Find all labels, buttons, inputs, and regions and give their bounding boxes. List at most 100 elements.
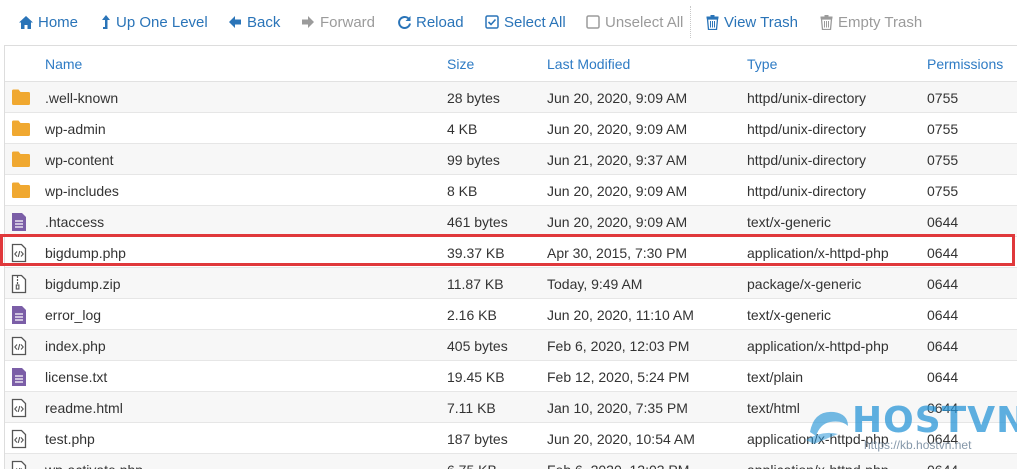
code-file-icon [11,336,29,356]
folder-icon [11,150,30,169]
file-size-cell: 461 bytes [447,214,508,230]
table-row[interactable]: .well-known 28 bytes Jun 20, 2020, 9:09 AM… [5,82,1017,113]
file-name-cell[interactable]: readme.html [45,400,123,416]
file-size-cell: 6.75 KB [447,462,497,469]
file-manager-toolbar: Home Up One Level Back Forward Reload Se… [0,0,1017,44]
code-file-icon [11,460,29,469]
table-row[interactable]: wp-includes 8 KB Jun 20, 2020, 9:09 AM http… [5,175,1017,206]
archive-file-icon [11,274,29,294]
last-modified-cell: Feb 12, 2020, 5:24 PM [547,369,690,385]
file-name-cell[interactable]: wp-admin [45,121,106,137]
table-row[interactable]: bigdump.zip 11.87 KB Today, 9:49 AM package… [5,268,1017,299]
select-all-label: Select All [504,13,566,31]
file-name-cell[interactable]: test.php [45,431,95,447]
text-file-icon [11,212,29,231]
file-size-cell: 7.11 KB [447,400,496,416]
trash-icon [818,14,834,30]
file-type-cell: httpd/unix-directory [747,121,867,137]
home-icon [18,14,34,30]
folder-icon [11,119,30,138]
code-file-icon [11,398,29,418]
file-name-cell[interactable]: wp-activate.php [45,462,143,469]
home-button[interactable]: Home [18,0,78,44]
file-type-cell: application/x-httpd-php [747,431,889,447]
last-modified-cell: Jun 21, 2020, 9:37 AM [547,152,688,168]
file-type-cell: text/x-generic [747,214,832,230]
text-file-icon [11,305,29,324]
level-up-icon [100,14,112,30]
permissions-cell: 0644 [927,276,959,292]
file-name-cell[interactable]: index.php [45,338,106,354]
file-type-cell: text/plain [747,369,804,385]
table-row[interactable]: .htaccess 461 bytes Jun 20, 2020, 9:09 AM t… [5,206,1017,237]
table-row[interactable]: test.php 187 bytes Jun 20, 2020, 10:54 AM a… [5,423,1017,454]
folder-icon [11,181,30,200]
file-name-cell[interactable]: bigdump.zip [45,276,121,292]
back-label: Back [247,13,281,31]
up-one-level-button[interactable]: Up One Level [100,0,208,44]
table-row[interactable]: bigdump.php 39.37 KB Apr 30, 2015, 7:30 PM… [5,237,1017,268]
last-modified-cell: Jun 20, 2020, 9:09 AM [547,183,688,199]
column-header-last-modified[interactable]: Last Modified [547,56,630,72]
table-row[interactable]: error_log 2.16 KB Jun 20, 2020, 11:10 AM te… [5,299,1017,330]
table-row[interactable]: wp-activate.php 6.75 KB Feb 6, 2020, 12:03… [5,454,1017,469]
file-type-cell: httpd/unix-directory [747,183,867,199]
table-header: Name Size Last Modified Type Permissions [5,46,1017,82]
file-size-cell: 99 bytes [447,152,500,168]
table-row[interactable]: license.txt 19.45 KB Feb 12, 2020, 5:24 PM… [5,361,1017,392]
forward-label: Forward [320,13,376,31]
file-type-cell: httpd/unix-directory [747,90,867,106]
file-name-cell[interactable]: .htaccess [45,214,104,230]
checkbox-checked-icon [484,14,500,30]
permissions-cell: 0644 [927,214,959,230]
last-modified-cell: Feb 6, 2020, 12:03 PM [547,462,689,469]
file-size-cell: 187 bytes [447,431,508,447]
permissions-cell: 0644 [927,338,959,354]
empty-trash-button[interactable]: Empty Trash [818,0,922,44]
file-type-cell: text/x-generic [747,307,832,323]
file-size-cell: 405 bytes [447,338,508,354]
file-name-cell[interactable]: license.txt [45,369,107,385]
last-modified-cell: Jun 20, 2020, 9:09 AM [547,90,688,106]
file-name-cell[interactable]: wp-includes [45,183,119,199]
column-header-type[interactable]: Type [747,56,777,72]
table-row[interactable]: wp-content 99 bytes Jun 21, 2020, 9:37 AM h… [5,144,1017,175]
file-size-cell: 8 KB [447,183,478,199]
file-name-cell[interactable]: error_log [45,307,101,323]
permissions-cell: 0644 [927,462,958,469]
file-name-cell[interactable]: wp-content [45,152,113,168]
view-trash-label: View Trash [724,13,798,31]
table-row[interactable]: index.php 405 bytes Feb 6, 2020, 12:03 PM a… [5,330,1017,361]
column-header-permissions[interactable]: Permissions [927,56,1003,72]
file-type-cell: application/x-httpd-php [747,338,889,354]
table-row[interactable]: wp-admin 4 KB Jun 20, 2020, 9:09 AM httpd/u… [5,113,1017,144]
unselect-all-button[interactable]: Unselect All [585,0,683,44]
view-trash-button[interactable]: View Trash [704,0,798,44]
permissions-cell: 0755 [927,90,959,106]
file-name-cell[interactable]: bigdump.php [45,245,126,261]
empty-trash-label: Empty Trash [838,13,923,31]
last-modified-cell: Jun 20, 2020, 10:54 AM [547,431,695,447]
arrow-left-icon [227,14,243,30]
unselect-all-label: Unselect All [605,13,684,31]
permissions-cell: 0755 [927,152,959,168]
last-modified-cell: Jun 20, 2020, 9:09 AM [547,214,688,230]
select-all-button[interactable]: Select All [484,0,566,44]
permissions-cell: 0755 [927,121,959,137]
back-button[interactable]: Back [227,0,280,44]
last-modified-cell: Jun 20, 2020, 9:09 AM [547,121,688,137]
toolbar-divider [690,6,691,38]
code-file-icon [11,243,29,263]
file-list-table: Name Size Last Modified Type Permissions… [4,45,1017,469]
permissions-cell: 0644 [927,307,959,323]
permissions-cell: 0644 [927,245,959,261]
column-header-size[interactable]: Size [447,56,474,72]
refresh-icon [396,14,412,30]
reload-button[interactable]: Reload [396,0,464,44]
last-modified-cell: Apr 30, 2015, 7:30 PM [547,245,688,261]
forward-button[interactable]: Forward [300,0,375,44]
file-name-cell[interactable]: .well-known [45,90,118,106]
table-row[interactable]: readme.html 7.11 KB Jan 10, 2020, 7:35 PM t… [5,392,1017,423]
arrow-right-icon [300,14,316,30]
column-header-name[interactable]: Name [45,56,82,72]
